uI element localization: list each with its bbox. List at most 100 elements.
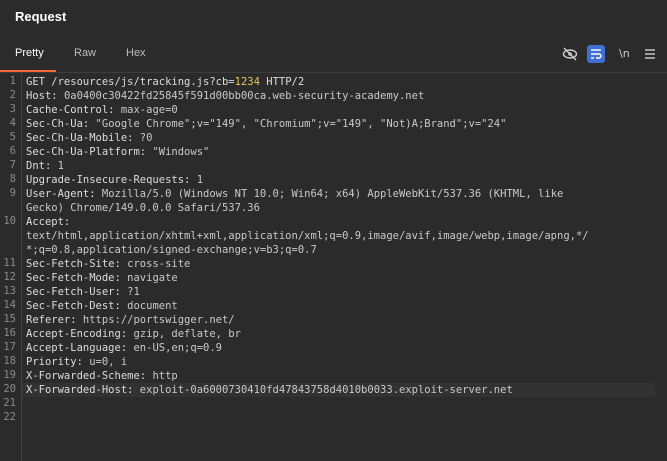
- header-value-continuation: *;q=0.8,application/signed-exchange;v=b3…: [26, 244, 317, 256]
- code-line[interactable]: Accept:: [26, 215, 77, 229]
- header-value: max-age=0: [120, 104, 178, 116]
- request-line-text: GET /resources/js/tracking.js?cb=: [26, 76, 235, 88]
- line-number: 9: [9, 187, 16, 199]
- view-tabs: Pretty Raw Hex \n: [0, 36, 667, 73]
- code-line[interactable]: X-Forwarded-Host: exploit-0a6000730410fd…: [22, 383, 655, 397]
- header-name: Accept:: [26, 216, 71, 228]
- line-number: 16: [3, 327, 16, 339]
- request-editor[interactable]: 1 2 3 4 5 6 7 8 9 10 11 12 13 14 15 16 17 18 19 20 21 22 GET …: [0, 73, 667, 461]
- tab-hex[interactable]: Hex: [126, 47, 146, 59]
- header-name: Accept-Encoding:: [26, 328, 128, 340]
- code-line[interactable]: Sec-Fetch-User: ?1: [26, 285, 140, 299]
- hide-nonprintable-icon[interactable]: [561, 45, 579, 63]
- header-name: Host:: [26, 90, 58, 102]
- header-name: Upgrade-Insecure-Requests:: [26, 174, 191, 186]
- header-value: Mozilla/5.0 (Windows NT 10.0; Win64; x64…: [101, 188, 564, 200]
- line-number: 1: [9, 75, 16, 87]
- header-value: gzip, deflate, br: [133, 328, 241, 340]
- line-number: 22: [3, 411, 16, 423]
- line-number: 20: [3, 383, 16, 395]
- code-line[interactable]: Sec-Fetch-Dest: document: [26, 299, 178, 313]
- header-value: "Google Chrome";v="149", "Chromium";v="1…: [95, 118, 507, 130]
- line-number: 8: [9, 173, 16, 185]
- panel-title: Request: [15, 9, 67, 24]
- show-newlines-toggle[interactable]: \n: [619, 47, 630, 60]
- header-value-continuation: Gecko) Chrome/149.0.0.0 Safari/537.36: [26, 202, 260, 214]
- code-line[interactable]: Priority: u=0, i: [26, 355, 127, 369]
- code-line[interactable]: Host: 0a0400c30422fd25845f591d00bb00ca.w…: [26, 89, 424, 103]
- header-value: document: [127, 300, 178, 312]
- menu-icon[interactable]: [641, 45, 659, 63]
- header-name: Cache-Control:: [26, 104, 115, 116]
- header-name: Sec-Fetch-User:: [26, 286, 121, 298]
- line-number: 14: [3, 299, 16, 311]
- header-value-continuation: text/html,application/xhtml+xml,applicat…: [26, 230, 589, 242]
- header-value: navigate: [127, 272, 178, 284]
- line-number: 21: [3, 397, 16, 409]
- code-line[interactable]: GET /resources/js/tracking.js?cb=1234 HT…: [26, 75, 304, 89]
- code-line[interactable]: Gecko) Chrome/149.0.0.0 Safari/537.36: [26, 201, 260, 215]
- line-number: 15: [3, 313, 16, 325]
- line-number: 10: [3, 215, 16, 227]
- code-line[interactable]: Referer: https://portswigger.net/: [26, 313, 235, 327]
- line-number: 19: [3, 369, 16, 381]
- line-number: 2: [9, 89, 16, 101]
- code-line[interactable]: Sec-Ch-Ua: "Google Chrome";v="149", "Chr…: [26, 117, 506, 131]
- tab-raw[interactable]: Raw: [74, 47, 96, 59]
- code-line[interactable]: User-Agent: Mozilla/5.0 (Windows NT 10.0…: [26, 187, 563, 201]
- header-name: X-Forwarded-Host:: [26, 384, 134, 396]
- editor-scrollbar[interactable]: [655, 73, 667, 461]
- header-value: ?1: [127, 286, 140, 298]
- header-value: 1: [196, 174, 204, 186]
- line-number: 17: [3, 341, 16, 353]
- header-value: http: [152, 370, 178, 382]
- header-value: https://portswigger.net/: [82, 314, 235, 326]
- header-value: 0a0400c30422fd25845f591d00bb00ca.web-sec…: [63, 90, 425, 102]
- code-line[interactable]: Sec-Fetch-Site: cross-site: [26, 257, 190, 271]
- line-number: 7: [9, 159, 16, 171]
- header-value: ?0: [139, 132, 153, 144]
- header-name: Priority:: [26, 356, 83, 368]
- code-line[interactable]: Cache-Control: max-age=0: [26, 103, 178, 117]
- header-name: Sec-Ch-Ua-Mobile:: [26, 132, 134, 144]
- code-line[interactable]: X-Forwarded-Scheme: http: [26, 369, 178, 383]
- code-line[interactable]: Accept-Language: en-US,en;q=0.9: [26, 341, 222, 355]
- header-value: u=0, i: [89, 356, 128, 368]
- header-value: en-US,en;q=0.9: [133, 342, 222, 354]
- line-number: 3: [9, 103, 16, 115]
- header-value: cross-site: [127, 258, 191, 270]
- line-number-gutter: 1 2 3 4 5 6 7 8 9 10 11 12 13 14 15 16 17 18 19 20 21 22: [0, 73, 22, 461]
- header-value: 1: [57, 160, 64, 172]
- header-name: Sec-Fetch-Dest:: [26, 300, 121, 312]
- active-tab-indicator: [0, 70, 56, 72]
- header-name: X-Forwarded-Scheme:: [26, 370, 147, 382]
- header-name: Dnt:: [26, 160, 52, 172]
- line-number: 6: [9, 145, 16, 157]
- line-number: 12: [3, 271, 16, 283]
- request-line-text: HTTP/2: [259, 76, 305, 88]
- code-line[interactable]: Sec-Ch-Ua-Mobile: ?0: [26, 131, 152, 145]
- header-name: Sec-Fetch-Mode:: [26, 272, 121, 284]
- code-line[interactable]: Sec-Fetch-Mode: navigate: [26, 271, 178, 285]
- header-value: exploit-0a6000730410fd47843758d4010b0033…: [139, 384, 513, 396]
- query-param-value: 1234: [234, 76, 260, 88]
- line-number: 4: [9, 117, 16, 129]
- header-name: Referer:: [26, 314, 77, 326]
- code-line[interactable]: Dnt: 1: [26, 159, 64, 173]
- code-line[interactable]: Accept-Encoding: gzip, deflate, br: [26, 327, 241, 341]
- code-line[interactable]: Sec-Ch-Ua-Platform: "Windows": [26, 145, 209, 159]
- panel-header: Request: [0, 0, 667, 36]
- code-line[interactable]: text/html,application/xhtml+xml,applicat…: [26, 229, 589, 243]
- line-number: 11: [3, 257, 16, 269]
- tab-pretty[interactable]: Pretty: [15, 47, 44, 59]
- code-line[interactable]: Upgrade-Insecure-Requests: 1: [26, 173, 203, 187]
- header-name: Sec-Fetch-Site:: [26, 258, 121, 270]
- code-line[interactable]: *;q=0.8,application/signed-exchange;v=b3…: [26, 243, 317, 257]
- header-value: "Windows": [152, 146, 210, 158]
- line-number: 5: [9, 131, 16, 143]
- line-number: 18: [3, 355, 16, 367]
- header-name: Sec-Ch-Ua-Platform:: [26, 146, 147, 158]
- header-name: User-Agent:: [26, 188, 96, 200]
- line-number: 13: [3, 285, 16, 297]
- wrap-lines-icon[interactable]: [587, 45, 605, 63]
